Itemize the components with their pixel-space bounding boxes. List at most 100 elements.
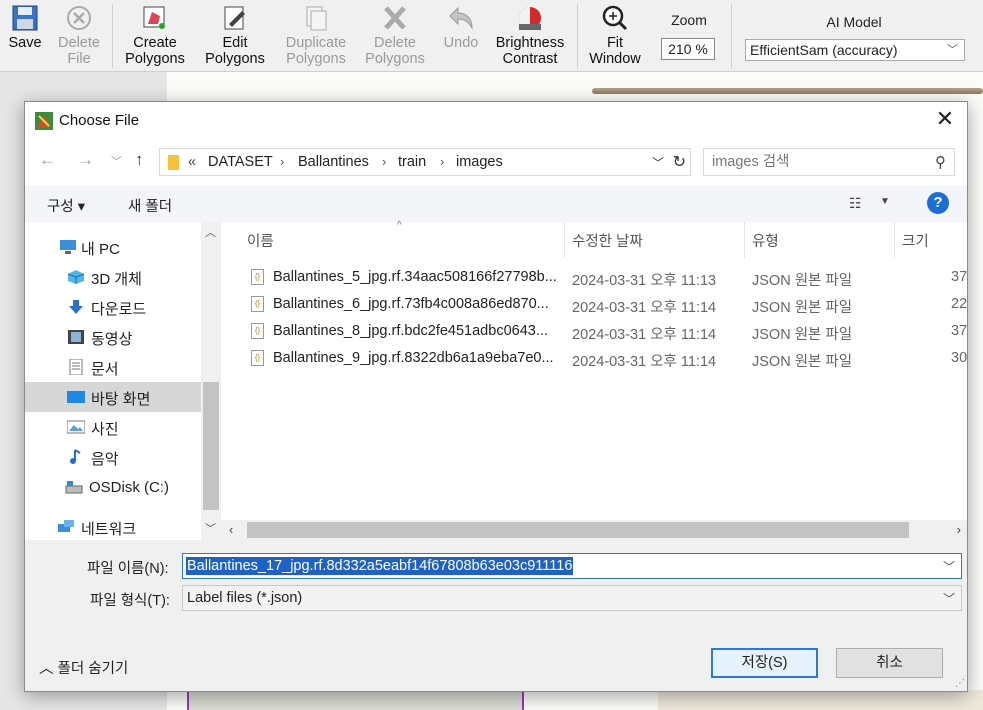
image-detail [658, 690, 983, 710]
nav-item-3d-objects[interactable]: 3D 개체 [25, 262, 201, 292]
filename-value[interactable]: Ballantines_17_jpg.rf.8d332a5eabf14f6780… [186, 557, 574, 575]
back-arrow-icon[interactable]: ← [39, 150, 56, 170]
create-polygon-icon [143, 6, 165, 29]
zoom-input[interactable]: 210 % [661, 38, 715, 60]
file-type: JSON 원본 파일 [752, 300, 853, 316]
fit-window-button[interactable]: Fit Window [584, 2, 646, 70]
chevron-down-icon[interactable]: ﹀ [943, 558, 955, 575]
column-divider[interactable] [744, 222, 745, 258]
file-row[interactable]: {} Ballantines_9_jpg.rf.8322db6a1a9eba7e… [221, 345, 967, 372]
zoom-fit-icon [602, 5, 628, 31]
hide-folders-toggle[interactable]: ︿ 폴더 숨기기 [39, 657, 128, 678]
forward-arrow-icon[interactable]: → [77, 150, 94, 170]
edit-polygons-button[interactable]: Edit Polygons [200, 2, 270, 70]
chevron-down-icon[interactable]: ﹀ [943, 590, 955, 607]
filetype-select[interactable]: Label files (*.json) ﹀ [182, 585, 962, 611]
chevron-down-icon[interactable]: ﹀ [652, 154, 664, 171]
json-file-icon: {} [251, 269, 264, 285]
nav-item-osdisk[interactable]: OSDisk (C:) [25, 473, 201, 503]
column-divider[interactable] [564, 222, 565, 258]
create-polygons-button[interactable]: Create Polygons [120, 2, 190, 70]
refresh-icon[interactable]: ↻ [673, 152, 686, 172]
view-options-icon[interactable]: ☷ [849, 195, 862, 212]
nav-item-this-pc[interactable]: 내 PC [25, 232, 201, 262]
breadcrumb-train[interactable]: train [398, 154, 426, 170]
save-file-button[interactable]: 저장(S) [711, 648, 818, 678]
delete-polygons-label-1: Delete [374, 35, 416, 51]
file-type: JSON 원본 파일 [752, 327, 853, 343]
nav-label: OSDisk (C:) [89, 479, 169, 496]
nav-item-pictures[interactable]: 사진 [25, 412, 201, 442]
file-row[interactable]: {} Ballantines_8_jpg.rf.bdc2fe451adbc064… [221, 318, 967, 345]
column-divider[interactable] [894, 222, 895, 258]
organize-menu[interactable]: 구성 ▾ [47, 195, 85, 216]
sort-ascending-icon: ^ [397, 220, 402, 231]
file-name: Ballantines_8_jpg.rf.bdc2fe451adbc0643..… [273, 323, 548, 339]
resize-grip-icon[interactable]: ⋰ [955, 678, 965, 689]
filename-field[interactable]: Ballantines_17_jpg.rf.8d332a5eabf14f6780… [182, 553, 962, 579]
delete-file-button[interactable]: Delete File [52, 2, 106, 70]
save-button[interactable]: Save [4, 2, 46, 70]
nav-item-videos[interactable]: 동영상 [25, 322, 201, 352]
polygon-outline [187, 690, 524, 710]
nav-item-music[interactable]: 음악 [25, 442, 201, 472]
help-icon[interactable]: ? [927, 192, 949, 214]
file-type: JSON 원본 파일 [752, 273, 853, 289]
scrollbar-thumb[interactable] [203, 382, 219, 510]
nav-label: 3D 개체 [91, 271, 142, 288]
nav-item-desktop[interactable]: 바탕 화면 [25, 382, 201, 412]
file-type: JSON 원본 파일 [752, 354, 853, 370]
file-date: 2024-03-31 오후 11:14 [572, 300, 717, 316]
cancel-button[interactable]: 취소 [836, 648, 943, 678]
breadcrumb-dataset[interactable]: DATASET [208, 154, 273, 170]
nav-label: 동영상 [91, 331, 133, 348]
delete-polygons-button[interactable]: Delete Polygons [360, 2, 430, 70]
duplicate-polygons-button[interactable]: Duplicate Polygons [282, 2, 350, 70]
view-dropdown-icon[interactable]: ▼ [880, 196, 890, 207]
new-folder-button[interactable]: 새 폴더 [128, 195, 172, 216]
address-bar[interactable]: « DATASET › Ballantines › train › images… [159, 148, 691, 176]
column-header-name[interactable]: 이름 [247, 230, 274, 251]
column-header-type[interactable]: 유형 [752, 230, 779, 251]
scroll-up-icon[interactable]: ︿ [205, 224, 216, 240]
up-arrow-icon[interactable]: ↑ [135, 150, 144, 170]
scroll-left-icon[interactable]: ‹ [229, 522, 233, 537]
ai-model-value: EfficientSam (accuracy) [750, 42, 898, 58]
recent-chevron-icon[interactable]: ﹀ [111, 153, 122, 169]
breadcrumb-images[interactable]: images [456, 154, 503, 170]
filetype-label: 파일 형식(T): [90, 593, 170, 609]
json-file-icon: {} [251, 296, 264, 312]
file-row[interactable]: {} Ballantines_6_jpg.rf.73fb4c008a86ed87… [221, 291, 967, 318]
nav-scrollbar[interactable]: ︿ ﹀ [201, 222, 221, 540]
nav-label: 바탕 화면 [91, 391, 151, 408]
scroll-right-icon[interactable]: › [957, 522, 961, 537]
nav-item-documents[interactable]: 문서 [25, 352, 201, 382]
brightness-label-2: Contrast [502, 51, 558, 67]
horizontal-scrollbar[interactable]: ‹ › [221, 520, 967, 540]
close-button[interactable]: ✕ [933, 108, 957, 132]
document-icon [69, 359, 83, 375]
brightness-contrast-button[interactable]: Brightness Contrast [492, 2, 568, 70]
breadcrumb-overflow[interactable]: « [188, 154, 196, 170]
fit-window-label-2: Window [589, 51, 641, 67]
undo-button[interactable]: Undo [440, 2, 482, 70]
scrollbar-thumb[interactable] [247, 522, 909, 538]
nav-item-network[interactable]: 네트워크 [25, 512, 201, 542]
file-size: 37 [951, 323, 968, 339]
column-header-date[interactable]: 수정한 날짜 [572, 230, 643, 251]
cube-icon [67, 270, 85, 284]
delete-file-label-1: Delete [58, 35, 100, 51]
scroll-down-icon[interactable]: ﹀ [205, 520, 216, 536]
duplicate-icon [306, 6, 327, 31]
breadcrumb-ballantines[interactable]: Ballantines [298, 154, 369, 170]
file-name: Ballantines_9_jpg.rf.8322db6a1a9eba7e0..… [273, 350, 554, 366]
search-input[interactable] [712, 153, 912, 171]
ai-model-select[interactable]: EfficientSam (accuracy) ﹀ [745, 39, 965, 61]
chevron-down-icon: ﹀ [947, 44, 958, 56]
edit-polygons-label-2: Polygons [205, 51, 265, 67]
file-row[interactable]: {} Ballantines_5_jpg.rf.34aac508166f2779… [221, 264, 967, 291]
brightness-label-1: Brightness [495, 35, 565, 51]
nav-item-downloads[interactable]: 다운로드 [25, 292, 201, 322]
search-box[interactable]: ⚲ [703, 148, 955, 176]
column-header-size[interactable]: 크기 [902, 230, 929, 251]
